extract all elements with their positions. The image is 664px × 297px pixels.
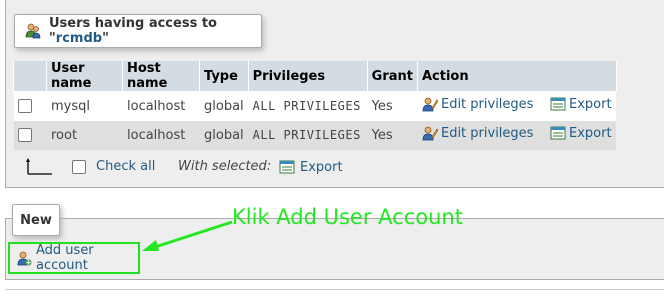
grant-cell: Yes [367, 120, 418, 150]
export-selected-link[interactable]: Export [279, 159, 343, 175]
type-cell: global [199, 120, 249, 150]
table-header-row: User name Host name Type Privileges Gran… [13, 61, 617, 92]
export-icon [550, 125, 566, 141]
new-panel-legend: New [12, 204, 60, 236]
edit-privileges-icon [422, 96, 438, 112]
export-link[interactable]: Export [550, 125, 612, 141]
action-cell: Edit privileges Export [417, 91, 617, 121]
row-checkbox[interactable] [18, 99, 32, 113]
host-name-cell: localhost [122, 91, 200, 121]
export-label[interactable]: Export [569, 126, 612, 141]
edit-privileges-label[interactable]: Edit privileges [441, 126, 533, 141]
export-selected-label[interactable]: Export [300, 160, 343, 175]
header-user-name[interactable]: User name [46, 61, 123, 92]
users-panel-legend: Users having access to "rcmdb" [14, 14, 262, 48]
action-cell: Edit privileges Export [417, 120, 617, 150]
row-select[interactable] [13, 91, 47, 121]
user-name-cell: mysql [46, 91, 123, 121]
edit-privileges-label[interactable]: Edit privileges [441, 97, 533, 112]
add-user-account-link[interactable]: Add user account [8, 242, 140, 274]
add-user-account-label[interactable]: Add user account [36, 243, 138, 273]
grant-cell: Yes [367, 91, 418, 121]
user-name-cell: root [46, 120, 123, 150]
annotation-arrow [142, 220, 233, 251]
edit-privileges-link[interactable]: Edit privileges [422, 96, 533, 112]
check-all-checkbox[interactable] [72, 159, 86, 174]
add-user-icon [16, 250, 32, 266]
type-cell: global [199, 91, 249, 121]
host-name-cell: localhost [122, 120, 200, 150]
header-host-name[interactable]: Host name [122, 61, 200, 92]
header-privileges[interactable]: Privileges [247, 61, 368, 92]
edit-privileges-link[interactable]: Edit privileges [422, 125, 533, 141]
with-selected-label: With selected: [178, 159, 272, 174]
bottom-divider [5, 289, 664, 290]
table-row: root localhost global ALL PRIVILEGES Yes… [13, 120, 617, 150]
privileges-cell: ALL PRIVILEGES [248, 120, 368, 150]
export-link[interactable]: Export [550, 96, 612, 112]
header-action: Action [416, 61, 617, 92]
users-table: User name Host name Type Privileges Gran… [13, 61, 617, 150]
export-icon [550, 96, 566, 112]
export-icon [279, 159, 295, 175]
header-select [13, 61, 47, 92]
users-icon [25, 23, 41, 39]
users-panel-title: Users having access to "rcmdb" [49, 16, 217, 46]
edit-privileges-icon [422, 125, 438, 141]
header-grant[interactable]: Grant [366, 61, 418, 92]
privileges-cell: ALL PRIVILEGES [248, 91, 368, 121]
row-select[interactable] [13, 120, 47, 150]
export-label[interactable]: Export [569, 97, 612, 112]
annotation-text: Klik Add User Account [232, 205, 463, 229]
check-all-control[interactable]: Check all [72, 159, 155, 174]
select-arrow-icon [26, 157, 54, 177]
check-all-label[interactable]: Check all [96, 159, 155, 174]
row-checkbox[interactable] [18, 128, 32, 142]
table-row: mysql localhost global ALL PRIVILEGES Ye… [13, 91, 617, 121]
header-type[interactable]: Type [199, 61, 249, 92]
new-panel-title: New [20, 212, 52, 228]
